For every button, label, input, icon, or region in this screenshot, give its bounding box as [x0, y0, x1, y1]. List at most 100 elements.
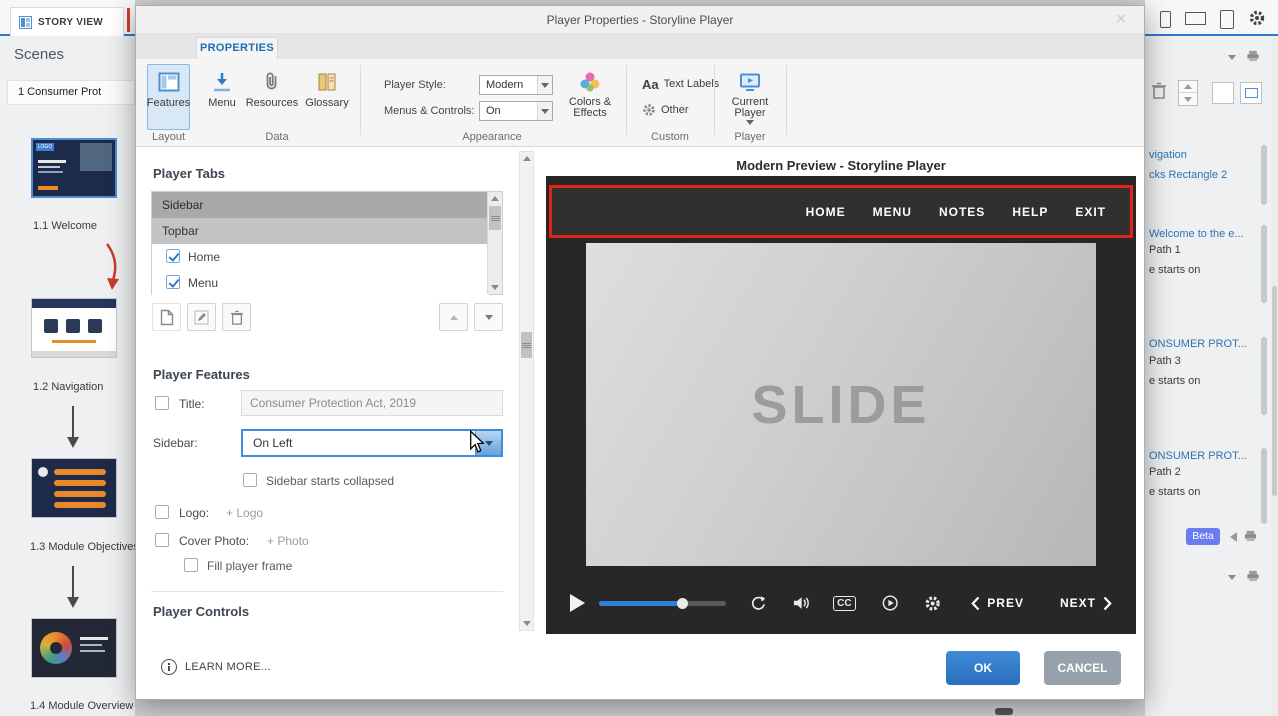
home-checkbox[interactable]: [166, 249, 180, 263]
fill-frame-checkbox[interactable]: [184, 558, 198, 572]
circled-play-icon[interactable]: [882, 594, 898, 612]
option-box[interactable]: [1212, 82, 1234, 104]
list-item-home[interactable]: Home: [152, 244, 489, 270]
add-photo-link[interactable]: + Photo: [267, 534, 309, 548]
phone-preview-icon[interactable]: [1160, 11, 1171, 28]
settings-gear-icon[interactable]: [924, 594, 941, 613]
ok-button[interactable]: OK: [946, 651, 1020, 685]
prev-button[interactable]: PREV: [971, 596, 1024, 611]
play-icon[interactable]: [570, 594, 585, 612]
panel-link[interactable]: Welcome to the e...: [1149, 228, 1244, 240]
ribbon-tabstrip: PROPERTIES: [136, 34, 1144, 59]
cover-photo-checkbox[interactable]: [155, 533, 169, 547]
panel-link[interactable]: cks Rectangle 2: [1149, 169, 1227, 181]
preview-nav-menu[interactable]: MENU: [873, 205, 912, 219]
slide-thumbnail-navigation[interactable]: [31, 298, 117, 358]
printer-icon[interactable]: [1246, 570, 1260, 582]
next-button[interactable]: NEXT: [1060, 596, 1112, 611]
trash-icon[interactable]: [1151, 82, 1167, 99]
text-labels-button[interactable]: Aa Text Labels: [642, 75, 719, 93]
mini-left-triangle-icon[interactable]: [1230, 532, 1237, 542]
window-scrollbar[interactable]: [1271, 36, 1278, 716]
stepper-down-icon[interactable]: [1184, 97, 1192, 102]
panel-scroll-segment[interactable]: [1261, 448, 1267, 524]
preview-nav-home[interactable]: HOME: [806, 205, 846, 219]
panel-link[interactable]: ONSUMER PROT...: [1149, 450, 1247, 462]
slide-thumbnail-welcome[interactable]: LOGO: [31, 138, 117, 198]
panel-text: e starts on: [1149, 375, 1200, 387]
list-item-sidebar[interactable]: Sidebar: [152, 192, 489, 218]
colors-effects-button[interactable]: Colors & Effects: [564, 64, 616, 130]
panel-link[interactable]: ONSUMER PROT...: [1149, 338, 1247, 350]
other-button[interactable]: Other: [642, 101, 689, 119]
add-logo-link[interactable]: + Logo: [226, 506, 263, 520]
tab-story-view[interactable]: STORY VIEW: [10, 7, 124, 36]
panel-scroll-segment[interactable]: [1261, 145, 1267, 205]
picture-option-box[interactable]: [1240, 82, 1262, 104]
preview-nav-help[interactable]: HELP: [1012, 205, 1048, 219]
scene-list-item[interactable]: 1 Consumer Prot: [7, 80, 135, 105]
move-up-button[interactable]: [439, 303, 468, 331]
printer-icon[interactable]: [1244, 530, 1257, 542]
sidebar-collapsed-checkbox[interactable]: [243, 473, 257, 487]
options-panel-scrollbar[interactable]: [519, 151, 534, 631]
panel-scroll-segment[interactable]: [1261, 225, 1267, 303]
tablet-preview-icon[interactable]: [1220, 10, 1234, 29]
cancel-button[interactable]: CANCEL: [1044, 651, 1121, 685]
slide-thumbnail-overview[interactable]: [31, 618, 117, 678]
menu-checkbox[interactable]: [166, 275, 180, 289]
move-down-button[interactable]: [474, 303, 503, 331]
slide-thumbnail-objectives[interactable]: [31, 458, 117, 518]
replay-icon[interactable]: [750, 594, 766, 612]
menus-controls-select[interactable]: On: [479, 101, 553, 121]
glossary-book-icon: [315, 70, 339, 94]
preview-nav-exit[interactable]: EXIT: [1075, 205, 1106, 219]
learn-more-link[interactable]: LEARN MORE...: [161, 659, 271, 675]
volume-icon[interactable]: [793, 595, 809, 611]
list-scrollbar[interactable]: [487, 192, 502, 294]
scrollbar-handle[interactable]: [489, 206, 501, 230]
recording-indicator: [127, 8, 130, 32]
glossary-button[interactable]: Glossary: [302, 64, 352, 130]
title-checkbox[interactable]: [155, 396, 169, 410]
list-item-menu[interactable]: Menu: [152, 270, 489, 296]
scroll-up-icon[interactable]: [488, 192, 502, 205]
list-item-label: Home: [188, 250, 220, 264]
scroll-up-icon[interactable]: [520, 152, 533, 165]
new-tab-button[interactable]: [152, 303, 181, 331]
panel-scroll-segment[interactable]: [1261, 337, 1267, 415]
desktop-preview-icon[interactable]: [1185, 12, 1206, 25]
closed-captions-icon[interactable]: CC: [833, 596, 855, 611]
stepper-up-icon[interactable]: [1184, 84, 1192, 89]
edit-tab-button[interactable]: [187, 303, 216, 331]
sidebar-position-dropdown[interactable]: On Left: [241, 429, 503, 457]
collapse-triangle-icon[interactable]: [1228, 52, 1242, 64]
scroll-down-icon[interactable]: [488, 281, 502, 294]
logo-checkbox[interactable]: [155, 505, 169, 519]
slide-label: 1.2 Navigation: [33, 381, 103, 393]
collapse-triangle-icon[interactable]: [1228, 572, 1242, 584]
tab-properties[interactable]: PROPERTIES: [196, 37, 278, 59]
list-item-topbar[interactable]: Topbar: [152, 218, 489, 244]
features-button[interactable]: Features: [147, 64, 190, 130]
delete-tab-button[interactable]: [222, 303, 251, 331]
player-style-select[interactable]: Modern: [479, 75, 553, 95]
scrollbar-handle[interactable]: [521, 332, 532, 358]
panel-link[interactable]: vigation: [1149, 149, 1187, 161]
thumb-art: [80, 644, 102, 646]
resources-button[interactable]: Resources: [244, 64, 300, 130]
title-input[interactable]: [241, 390, 503, 416]
scroll-down-icon[interactable]: [520, 617, 533, 630]
seekbar[interactable]: [599, 601, 726, 606]
scrollbar-handle[interactable]: [1272, 286, 1277, 496]
close-icon[interactable]: ×: [1110, 9, 1132, 31]
flow-arrow-red: [100, 242, 126, 292]
current-player-button[interactable]: Current Player: [722, 64, 778, 130]
printer-icon[interactable]: [1246, 50, 1260, 62]
settings-gear-icon[interactable]: [1248, 9, 1266, 27]
quantity-stepper[interactable]: [1178, 80, 1198, 106]
menu-button[interactable]: Menu: [202, 64, 242, 130]
preview-nav-notes[interactable]: NOTES: [939, 205, 985, 219]
seekbar-knob[interactable]: [677, 598, 688, 609]
thumb-art: [50, 642, 62, 654]
